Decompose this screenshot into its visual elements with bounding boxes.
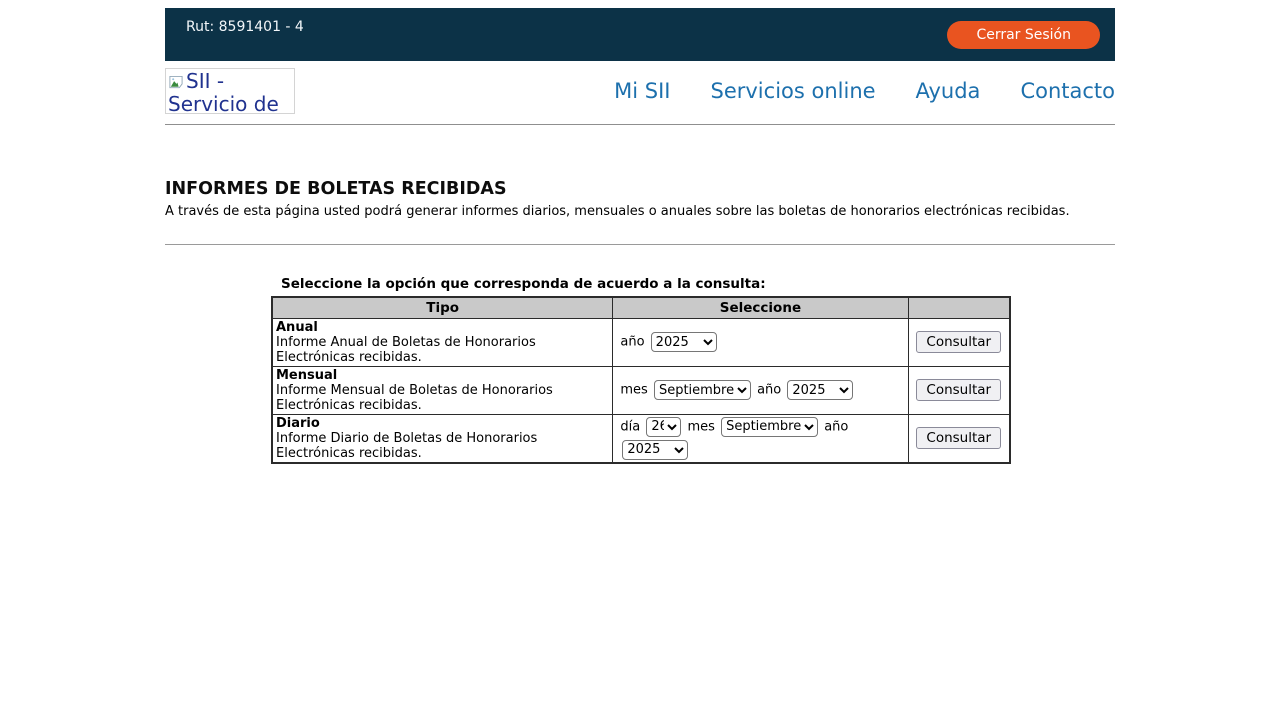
nav-mi-sii[interactable]: Mi SII — [614, 79, 670, 103]
logout-button[interactable]: Cerrar Sesión — [947, 21, 1100, 49]
diario-month-select[interactable]: Septiembre — [721, 417, 818, 437]
diario-consultar-button[interactable]: Consultar — [916, 427, 1001, 449]
header-seleccione: Seleccione — [613, 297, 908, 318]
header-accion — [908, 297, 1010, 318]
mensual-year-select[interactable]: 2025 — [787, 380, 853, 400]
rut-label: Rut: 8591401 - 4 — [186, 19, 304, 61]
row-anual-type: Anual — [276, 320, 318, 335]
consulta-section: Seleccione la opción que corresponda de … — [271, 276, 1011, 464]
row-diario-desc: Informe Diario de Boletas de Honorarios … — [276, 431, 537, 461]
row-mensual-desc: Informe Mensual de Boletas de Honorarios… — [276, 383, 553, 413]
page-container: Rut: 8591401 - 4 Cerrar Sesión SII - Ser… — [165, 8, 1115, 464]
diario-day-label: día — [620, 419, 640, 434]
mensual-year-label: año — [757, 383, 781, 398]
logo-alt-text: SII - Servicio de — [168, 69, 279, 114]
mensual-month-label: mes — [620, 383, 647, 398]
table-row-diario: Diario Informe Diario de Boletas de Hono… — [272, 414, 1010, 463]
diario-year-label: año — [824, 419, 848, 434]
broken-image-icon — [168, 72, 184, 87]
page-title: INFORMES DE BOLETAS RECIBIDAS — [165, 179, 1115, 199]
nav-servicios-online[interactable]: Servicios online — [711, 79, 876, 103]
header-divider — [165, 124, 1115, 125]
page-subtitle: A través de esta página usted podrá gene… — [165, 204, 1115, 219]
nav-contacto[interactable]: Contacto — [1020, 79, 1115, 103]
table-row-anual: Anual Informe Anual de Boletas de Honora… — [272, 318, 1010, 366]
header-tipo: Tipo — [272, 297, 613, 318]
table-row-mensual: Mensual Informe Mensual de Boletas de Ho… — [272, 366, 1010, 414]
main-nav: Mi SII Servicios online Ayuda Contacto — [574, 79, 1115, 103]
diario-month-label: mes — [687, 419, 714, 434]
row-mensual-type: Mensual — [276, 368, 337, 383]
nav-ayuda[interactable]: Ayuda — [916, 79, 981, 103]
anual-year-label: año — [620, 335, 644, 350]
row-diario-type: Diario — [276, 416, 320, 431]
table-caption: Seleccione la opción que corresponda de … — [271, 276, 1011, 292]
topbar: Rut: 8591401 - 4 Cerrar Sesión — [165, 8, 1115, 61]
table-header-row: Tipo Seleccione — [272, 297, 1010, 318]
diario-year-select[interactable]: 2025 — [622, 440, 688, 460]
mensual-month-select[interactable]: Septiembre — [654, 380, 751, 400]
mensual-consultar-button[interactable]: Consultar — [916, 379, 1001, 401]
informes-table: Tipo Seleccione Anual Informe Anual de B… — [271, 296, 1011, 464]
diario-day-select[interactable]: 26 — [646, 417, 681, 437]
anual-consultar-button[interactable]: Consultar — [916, 331, 1001, 353]
anual-year-select[interactable]: 2025 — [651, 332, 717, 352]
sii-logo[interactable]: SII - Servicio de — [165, 68, 295, 114]
site-header: SII - Servicio de Mi SII Servicios onlin… — [165, 68, 1115, 114]
row-anual-desc: Informe Anual de Boletas de Honorarios E… — [276, 335, 536, 365]
content-divider — [165, 244, 1115, 245]
